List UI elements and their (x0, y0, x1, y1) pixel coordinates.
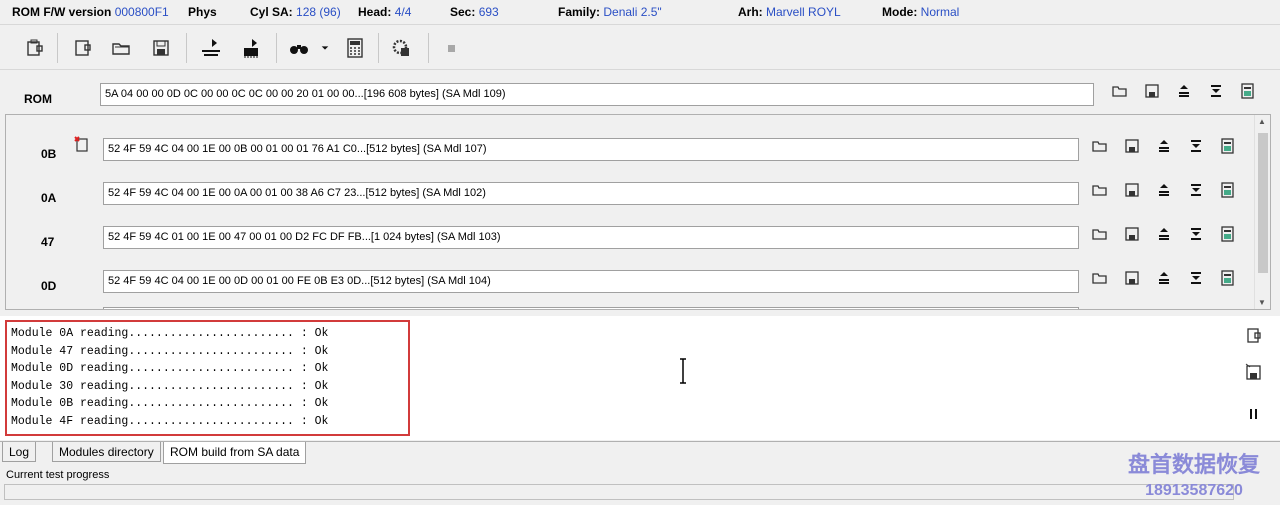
family: Family: Denali 2.5" (558, 5, 662, 19)
rom-value-field[interactable]: 5A 04 00 00 0D 0C 00 00 0C 0C 00 00 20 0… (100, 83, 1094, 106)
rom-fw-version: ROM F/W version 000800F1 (12, 5, 169, 19)
download-from-drive-icon[interactable] (1180, 135, 1212, 157)
read-to-disk-icon[interactable] (198, 35, 224, 61)
module-id-label: 0A (41, 191, 57, 205)
module-tool-icon[interactable] (22, 35, 48, 61)
module-row: 0B 52 4F 59 4C 04 00 1E 00 0B 00 01 00 0… (6, 123, 1256, 167)
upload-to-drive-icon[interactable] (1168, 80, 1200, 102)
log-area[interactable]: Module 0A reading.......................… (0, 316, 1236, 440)
log-line: Module 30 reading.......................… (11, 379, 329, 393)
module-row: 0D 52 4F 59 4C 04 00 1E 00 0D 00 01 00 F… (6, 255, 1256, 299)
progress-bar (4, 484, 1234, 500)
new-module-icon[interactable] (70, 35, 96, 61)
tab-modules-directory[interactable]: Modules directory (52, 442, 161, 462)
settings-chip-icon[interactable] (388, 35, 414, 61)
log-line: Module 47 reading.......................… (11, 344, 329, 358)
download-from-drive-icon[interactable] (1200, 80, 1232, 102)
calculator-icon[interactable] (342, 35, 368, 61)
module-value-field[interactable]: 52 4F 59 4C 04 00 1E 00 0D 00 01 00 FE 0… (103, 270, 1079, 293)
open-folder-icon[interactable] (1104, 80, 1136, 102)
open-folder-icon[interactable] (1084, 267, 1116, 289)
log-line: Module 0A reading.......................… (11, 327, 329, 340)
open-folder-icon[interactable] (1084, 135, 1116, 157)
status-bar: ROM F/W version 000800F1 Phys Cyl SA: 12… (0, 0, 1280, 24)
watermark-name: 盘首数据恢复 (1128, 452, 1261, 477)
sec: Sec: 693 (450, 5, 499, 19)
tab-log[interactable]: Log (2, 442, 37, 462)
open-folder-icon[interactable] (108, 35, 134, 61)
module-id-label: 47 (41, 235, 55, 249)
phys-label: Phys (188, 5, 217, 19)
tab-rom-build-from-sa-data[interactable]: ROM build from SA data (163, 442, 307, 464)
module-actions (1084, 223, 1244, 245)
mode: Mode: Normal (882, 5, 960, 19)
module-value-field[interactable]: 52 4F 59 4C 04 00 1E 00 0B 00 01 00 01 7… (103, 138, 1079, 161)
log-line: Module 0D reading.......................… (11, 362, 329, 375)
rom-actions (1104, 80, 1264, 102)
download-from-drive-icon[interactable] (1180, 179, 1212, 201)
module-actions (1084, 267, 1244, 289)
scroll-down-icon[interactable]: ▼ (1258, 298, 1266, 307)
download-from-drive-icon[interactable] (1180, 267, 1212, 289)
binoculars-icon[interactable] (286, 35, 312, 61)
module-value-field[interactable]: 52 4F 59 4C 04 00 1E 00 0A 00 01 00 38 A… (103, 182, 1079, 205)
pause-icon[interactable] (1242, 402, 1266, 426)
save-icon[interactable] (1116, 135, 1148, 157)
open-folder-icon[interactable] (1084, 223, 1116, 245)
cyl-sa: Cyl SA: 128 (96) (250, 5, 341, 19)
save-log-icon[interactable] (1242, 360, 1266, 384)
module-value-field[interactable]: 52 4F 59 4C 01 00 1E 00 47 00 01 00 D2 F… (103, 226, 1079, 249)
stop-icon[interactable] (438, 35, 464, 61)
hex-view-icon[interactable] (1212, 135, 1244, 157)
upload-to-drive-icon[interactable] (1148, 267, 1180, 289)
module-value-field[interactable] (103, 307, 1079, 309)
log-line: Module 4F reading.......................… (11, 414, 329, 428)
module-actions (1084, 135, 1244, 157)
rom-row: ROM 5A 04 00 00 0D 0C 00 00 0C 0C 00 00 … (0, 72, 1280, 112)
module-add-icon[interactable] (72, 135, 90, 153)
download-from-drive-icon[interactable] (1180, 223, 1212, 245)
module-row-partial (6, 299, 1256, 309)
text-cursor-icon (680, 358, 686, 384)
save-icon[interactable] (1116, 223, 1148, 245)
log-line: Module 0B reading.......................… (11, 397, 329, 410)
modules-scrollbar[interactable]: ▲ ▼ (1254, 115, 1270, 309)
save-icon[interactable] (1136, 80, 1168, 102)
module-actions (1084, 179, 1244, 201)
log-side-tools (1236, 316, 1280, 440)
module-id-label: 0D (41, 279, 57, 293)
scrollbar-thumb[interactable] (1258, 133, 1268, 273)
hex-view-icon[interactable] (1232, 80, 1264, 102)
hex-view-icon[interactable] (1212, 223, 1244, 245)
open-folder-icon[interactable] (1084, 179, 1116, 201)
save-icon[interactable] (1116, 267, 1148, 289)
progress-label: Current test progress (6, 469, 110, 481)
head: Head: 4/4 (358, 5, 412, 19)
bottom-tabs: Log Modules directory ROM build from SA … (0, 441, 1280, 464)
log-output: Module 0A reading.......................… (5, 320, 410, 436)
rom-label: ROM (24, 92, 52, 106)
upload-to-drive-icon[interactable] (1148, 135, 1180, 157)
upload-to-drive-icon[interactable] (1148, 223, 1180, 245)
hex-view-icon[interactable] (1212, 179, 1244, 201)
chevron-down-icon[interactable] (316, 35, 334, 61)
save-icon[interactable] (1116, 179, 1148, 201)
module-row: 0A 52 4F 59 4C 04 00 1E 00 0A 00 01 00 3… (6, 167, 1256, 211)
toolbar (0, 24, 1280, 70)
watermark: 盘首数据恢复 18913587620 (1128, 452, 1260, 504)
save-icon[interactable] (148, 35, 174, 61)
hex-view-icon[interactable] (1212, 267, 1244, 289)
modules-panel: 0B 52 4F 59 4C 04 00 1E 00 0B 00 01 00 0… (5, 114, 1271, 310)
watermark-phone: 18913587620 (1145, 482, 1243, 499)
upload-to-drive-icon[interactable] (1148, 179, 1180, 201)
arh: Arh: Marvell ROYL (738, 5, 841, 19)
module-row: 47 52 4F 59 4C 01 00 1E 00 47 00 01 00 D… (6, 211, 1256, 255)
scroll-up-icon[interactable]: ▲ (1258, 117, 1266, 126)
module-id-label: 0B (41, 147, 57, 161)
write-chip-icon[interactable] (238, 35, 264, 61)
copy-log-icon[interactable] (1242, 324, 1266, 348)
